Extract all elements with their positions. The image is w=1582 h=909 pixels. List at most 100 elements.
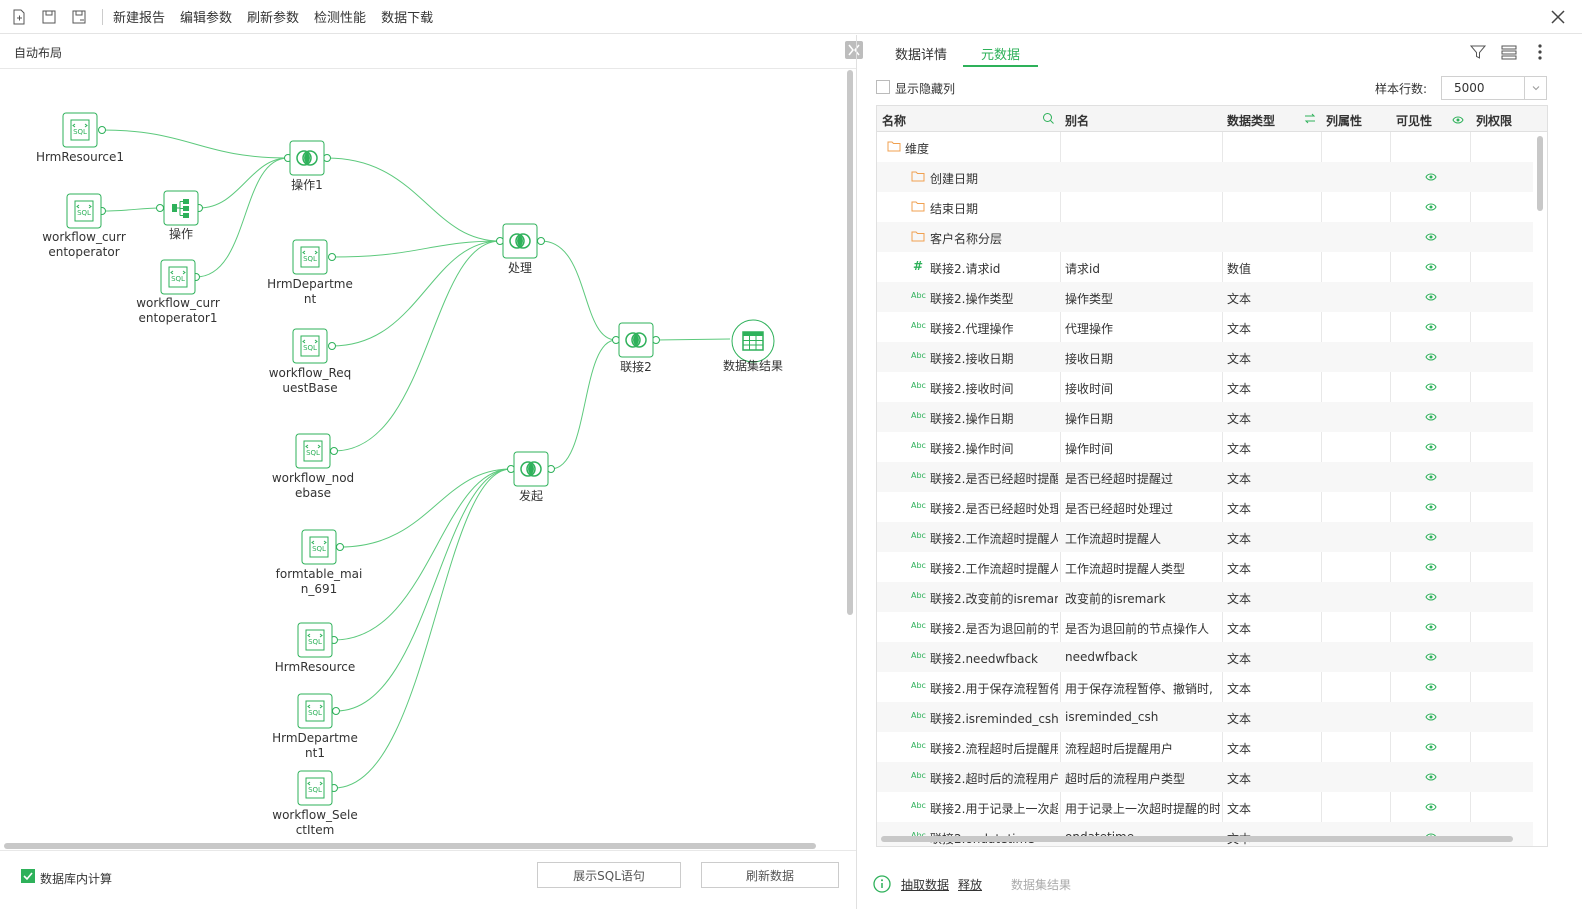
field-row[interactable]: Abc 联接2.接收日期 接收日期 文本 [877, 342, 1533, 372]
field-alias[interactable]: 操作时间 [1065, 440, 1220, 457]
field-row[interactable]: Abc 联接2.代理操作 代理操作 文本 [877, 312, 1533, 342]
edit-params-button[interactable]: 编辑参数 [180, 7, 232, 26]
field-data-type[interactable]: 文本 [1227, 440, 1251, 457]
save-as-icon[interactable] [68, 6, 90, 28]
eye-icon[interactable] [1425, 621, 1437, 631]
field-row[interactable]: Abc 联接2.操作日期 操作日期 文本 [877, 402, 1533, 432]
field-row[interactable]: Abc 联接2.工作流超时提醒人 工作流超时提醒人 文本 [877, 522, 1533, 552]
header-visibility[interactable]: 可见性 [1396, 112, 1432, 129]
field-data-type[interactable]: 文本 [1227, 650, 1251, 667]
check-performance-button[interactable]: 检测性能 [314, 7, 366, 26]
field-row[interactable]: Abc 联接2.是否已经超时处理 是否已经超时处理过 文本 [877, 492, 1533, 522]
eye-icon[interactable] [1452, 114, 1464, 128]
extract-data-link[interactable]: 抽取数据 [901, 876, 949, 893]
more-options-icon[interactable] [1531, 43, 1549, 64]
tree-folder-row[interactable]: 创建日期 [877, 162, 1533, 192]
field-alias[interactable]: isreminded_csh [1065, 710, 1220, 724]
field-row[interactable]: Abc 联接2.操作类型 操作类型 文本 [877, 282, 1533, 312]
field-data-type[interactable]: 文本 [1227, 800, 1251, 817]
header-column-permission[interactable]: 列权限 [1476, 112, 1512, 129]
sql-node-workflow-nodebase[interactable]: SQL workflow_nod ebase [272, 433, 354, 500]
eye-icon[interactable] [1425, 771, 1437, 781]
eye-icon[interactable] [1425, 381, 1437, 391]
new-file-icon[interactable] [8, 6, 30, 28]
field-data-type[interactable]: 文本 [1227, 710, 1251, 727]
eye-icon[interactable] [1425, 261, 1437, 271]
download-data-button[interactable]: 数据下载 [381, 7, 433, 26]
eye-icon[interactable] [1425, 471, 1437, 481]
sample-rows-select[interactable]: 5000 [1441, 76, 1547, 100]
field-data-type[interactable]: 文本 [1227, 740, 1251, 757]
release-link[interactable]: 释放 [958, 876, 982, 893]
eye-icon[interactable] [1425, 441, 1437, 451]
field-alias[interactable]: 改变前的isremark [1065, 590, 1220, 607]
field-data-type[interactable]: 文本 [1227, 470, 1251, 487]
save-icon[interactable] [38, 6, 60, 28]
field-alias[interactable]: 代理操作 [1065, 320, 1220, 337]
field-alias[interactable]: 接收日期 [1065, 350, 1220, 367]
filter-icon[interactable] [1469, 43, 1487, 64]
sql-node-hrmresource[interactable]: SQL HrmResource [275, 622, 355, 674]
list-view-icon[interactable] [1500, 43, 1518, 64]
eye-icon[interactable] [1425, 171, 1437, 181]
canvas-vertical-scrollbar[interactable] [847, 70, 853, 615]
canvas-horizontal-scrollbar[interactable] [4, 843, 816, 849]
eye-icon[interactable] [1425, 711, 1437, 721]
tree-folder-row[interactable]: 维度 [877, 132, 1533, 162]
field-data-type[interactable]: 数值 [1227, 260, 1251, 277]
field-alias[interactable]: 超时后的流程用户类型 [1065, 770, 1220, 787]
sql-node-formtable-main-691[interactable]: SQL formtable_mai n_691 [276, 529, 362, 596]
field-alias[interactable]: 工作流超时提醒人 [1065, 530, 1220, 547]
sql-node-workflow-requestbase[interactable]: SQL workflow_Req uestBase [269, 328, 351, 395]
show-sql-button[interactable]: 展示SQL语句 [537, 862, 681, 888]
header-name[interactable]: 名称 [882, 112, 906, 129]
eye-icon[interactable] [1425, 351, 1437, 361]
header-column-attr[interactable]: 列属性 [1326, 112, 1362, 129]
field-row[interactable]: Abc 联接2.是否为退回前的节点操作人是否为退回前的节点操作人文本 [877, 612, 1533, 642]
field-data-type[interactable]: 文本 [1227, 500, 1251, 517]
field-data-type[interactable]: 文本 [1227, 590, 1251, 607]
field-data-type[interactable]: 文本 [1227, 680, 1251, 697]
join-node-op1[interactable]: 操作1 [289, 140, 325, 192]
flow-canvas[interactable]: SQL HrmResource1 SQL workflow_curr entop… [0, 69, 856, 849]
search-icon[interactable] [1042, 112, 1055, 128]
field-row[interactable]: Abc 联接2.isreminded_csh isreminded_csh 文本 [877, 702, 1533, 732]
eye-icon[interactable] [1425, 681, 1437, 691]
eye-icon[interactable] [1425, 231, 1437, 241]
eye-icon[interactable] [1425, 591, 1437, 601]
refresh-params-button[interactable]: 刷新参数 [247, 7, 299, 26]
sql-node-workflow-currentoperator1[interactable]: SQL workflow_curr entoperator1 [136, 259, 220, 325]
field-data-type[interactable]: 文本 [1227, 620, 1251, 637]
field-alias[interactable]: 是否已经超时处理过 [1065, 500, 1220, 517]
header-alias[interactable]: 别名 [1065, 112, 1089, 129]
field-data-type[interactable]: 文本 [1227, 770, 1251, 787]
join-node-join2[interactable]: 联接2 [618, 322, 654, 374]
eye-icon[interactable] [1425, 801, 1437, 811]
tree-folder-row[interactable]: 客户名称分层 [877, 222, 1533, 252]
field-row[interactable]: # 联接2.请求id 请求id 数值 [877, 252, 1533, 282]
close-icon[interactable] [1548, 7, 1568, 27]
refresh-data-button[interactable]: 刷新数据 [701, 862, 839, 888]
new-report-button[interactable]: 新建报告 [113, 7, 165, 26]
grid-vertical-scrollbar[interactable] [1537, 136, 1543, 211]
field-row[interactable]: Abc联接2.ondatetimeondatetime文本 [877, 822, 1533, 846]
tab-metadata[interactable]: 元数据 [981, 44, 1020, 63]
field-row[interactable]: Abc 联接2.流程超时后提醒用户流程超时后提醒用户文本 [877, 732, 1533, 762]
field-alias[interactable]: 接收时间 [1065, 380, 1220, 397]
sql-node-hrmresource1[interactable]: SQL HrmResource1 [36, 112, 124, 164]
dataset-result-node[interactable]: 数据集结果 [723, 319, 783, 373]
field-row[interactable]: Abc 联接2.超时后的流程用户类型超时后的流程用户类型文本 [877, 762, 1533, 792]
field-data-type[interactable]: 文本 [1227, 320, 1251, 337]
join-node-process[interactable]: 处理 [502, 223, 538, 275]
field-row[interactable]: Abc 联接2.工作流超时提醒人类型工作流超时提醒人类型文本 [877, 552, 1533, 582]
tree-folder-row[interactable]: 结束日期 [877, 192, 1533, 222]
field-data-type[interactable]: 文本 [1227, 530, 1251, 547]
sql-node-hrmdepartment1[interactable]: SQL HrmDepartme nt1 [272, 693, 358, 760]
field-data-type[interactable]: 文本 [1227, 290, 1251, 307]
show-hidden-columns-checkbox[interactable] [876, 80, 890, 94]
field-data-type[interactable]: 文本 [1227, 410, 1251, 427]
eye-icon[interactable] [1425, 291, 1437, 301]
eye-icon[interactable] [1425, 651, 1437, 661]
field-row[interactable]: Abc 联接2.改变前的isremark 改变前的isremark 文本 [877, 582, 1533, 612]
sql-node-workflow-currentoperator[interactable]: SQL workflow_curr entoperator [42, 193, 126, 259]
